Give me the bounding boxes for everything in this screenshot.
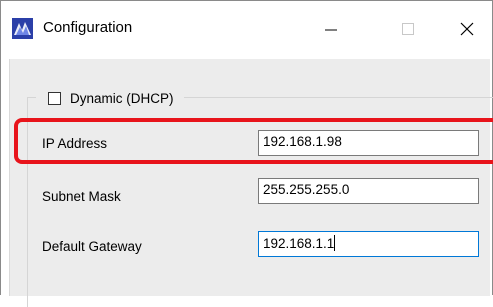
- text-caret: [334, 235, 336, 251]
- dhcp-checkbox-box[interactable]: [48, 91, 61, 105]
- ip-address-label: IP Address: [42, 136, 108, 151]
- title-bar[interactable]: Configuration: [1, 1, 492, 59]
- dhcp-checkbox-label: Dynamic (DHCP): [70, 90, 174, 106]
- close-icon: [460, 22, 474, 36]
- configuration-window: Configuration Dynamic (DHCP) IP Address: [0, 0, 493, 307]
- maximize-icon: [402, 23, 414, 35]
- minimize-icon: [325, 29, 337, 31]
- default-gateway-value: 192.168.1.1: [263, 236, 335, 251]
- ip-address-value: 192.168.1.98: [263, 134, 342, 149]
- window-title: Configuration: [43, 19, 133, 36]
- subnet-mask-input[interactable]: 255.255.255.0: [258, 178, 479, 204]
- ip-address-input[interactable]: 192.168.1.98: [258, 130, 479, 156]
- default-gateway-label: Default Gateway: [42, 239, 142, 254]
- subnet-mask-label: Subnet Mask: [42, 189, 121, 204]
- default-gateway-input[interactable]: 192.168.1.1: [258, 231, 479, 257]
- dhcp-checkbox[interactable]: Dynamic (DHCP): [36, 86, 184, 110]
- subnet-mask-value: 255.255.255.0: [263, 182, 350, 197]
- maximize-button[interactable]: [385, 9, 431, 49]
- close-button[interactable]: [444, 9, 490, 49]
- app-logo-icon: [12, 18, 33, 39]
- minimize-button[interactable]: [308, 9, 354, 49]
- client-area: Dynamic (DHCP) IP Address 192.168.1.98 S…: [9, 59, 493, 307]
